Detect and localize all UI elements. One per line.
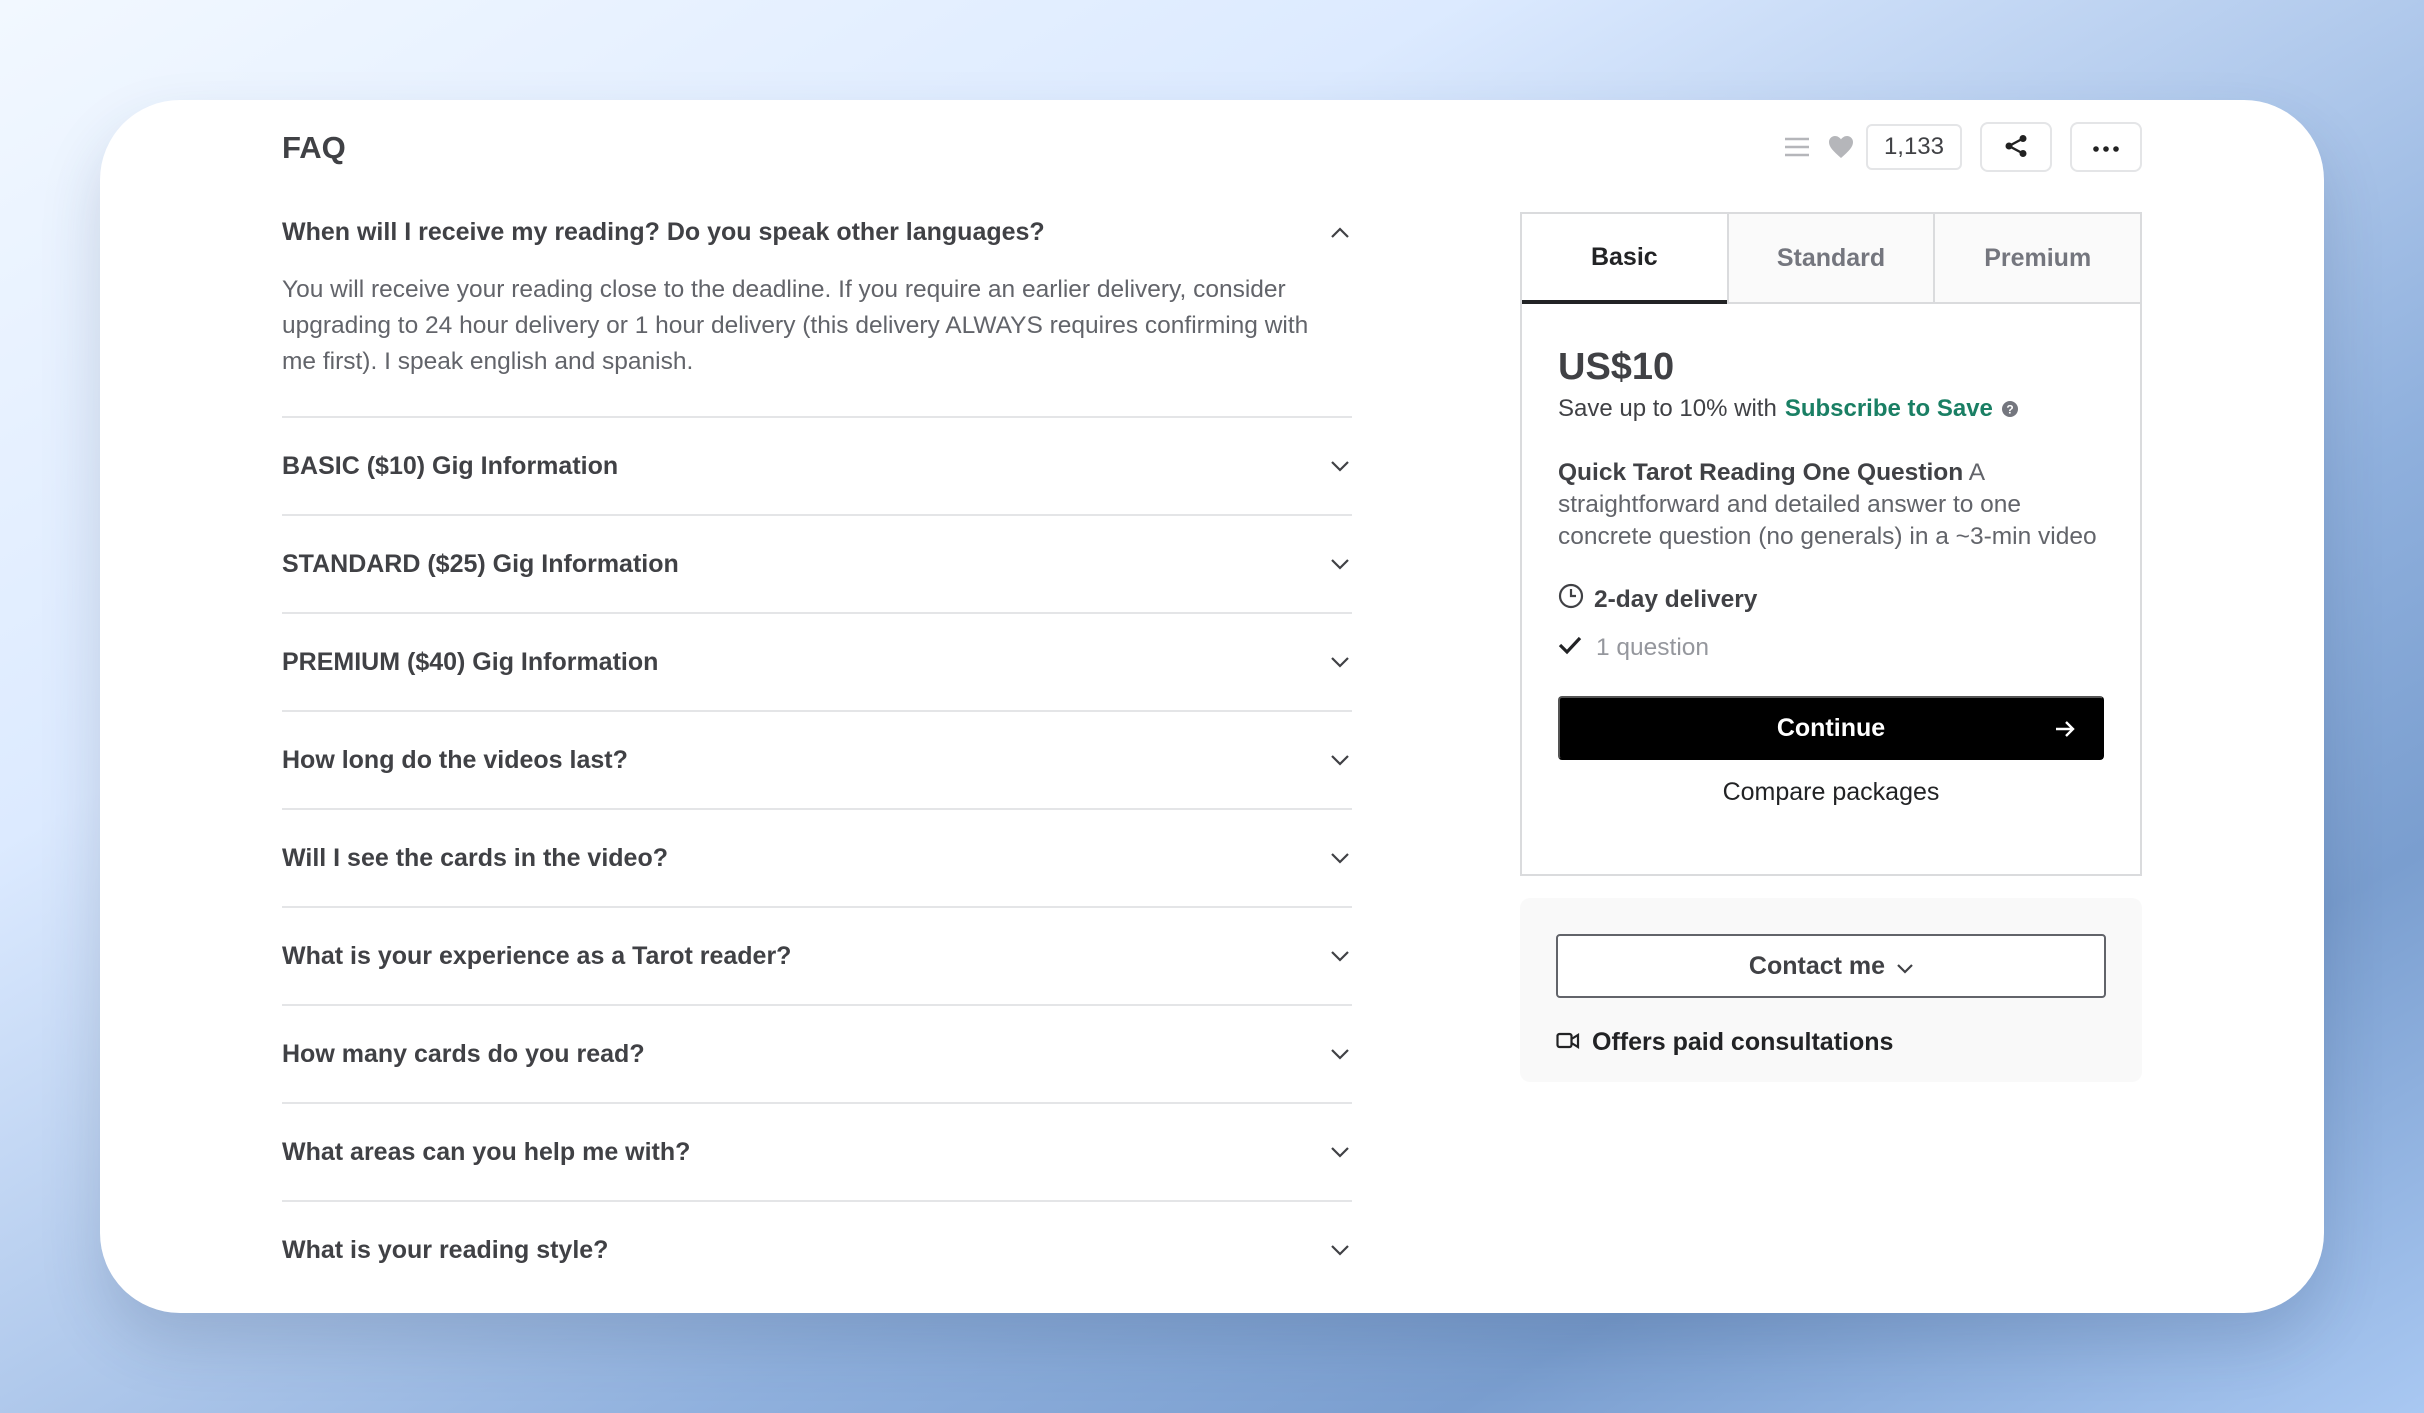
faq-question-toggle[interactable]: What is your experience as a Tarot reade… [282, 908, 1352, 1004]
chevron-down-icon [1328, 944, 1352, 968]
faq-title: FAQ [282, 130, 346, 165]
chevron-down-icon [1328, 650, 1352, 674]
package-title: Quick Tarot Reading One Question [1558, 459, 1964, 486]
faq-question-toggle[interactable]: How long do the videos last? [282, 712, 1352, 808]
delivery-text: 2-day delivery [1594, 585, 1758, 613]
tab-standard[interactable]: Standard [1726, 214, 1934, 304]
package-price: US$10 [1558, 346, 1675, 388]
chevron-down-icon [1328, 552, 1352, 576]
help-icon[interactable]: ? [2001, 400, 2019, 418]
continue-label: Continue [1776, 713, 1886, 742]
feature-text: 1 question [1596, 634, 1710, 661]
share-icon [2004, 134, 2028, 161]
continue-button[interactable]: Continue [1558, 696, 2104, 760]
like-count-badge: 1,133 [1865, 124, 1962, 170]
faq-question: How many cards do you read? [282, 1039, 645, 1068]
package-tabs: Basic Standard Premium [1522, 214, 2141, 304]
paid-consultations-info: Offers paid consultations [1556, 1028, 2106, 1057]
faq-answer: You will receive your reading close to t… [282, 276, 1309, 375]
faq-question-toggle[interactable]: When will I receive my reading? Do you s… [282, 192, 1352, 272]
package-feature: 1 question [1558, 634, 2104, 662]
chevron-down-icon [1897, 952, 1913, 981]
delivery-info: 2-day delivery [1558, 583, 2104, 616]
chevron-down-icon [1328, 748, 1352, 772]
heart-icon[interactable] [1828, 135, 1854, 159]
chevron-down-icon [1328, 1140, 1352, 1164]
faq-item: How many cards do you read? [282, 1006, 1352, 1104]
faq-question: When will I receive my reading? Do you s… [282, 217, 1045, 246]
arrow-right-icon [2054, 718, 2076, 740]
gig-actions-bar: 1,133 [1784, 122, 2142, 172]
faq-item: STANDARD ($25) Gig Information [282, 516, 1352, 614]
package-content: US$10 Save up to 10% with Subscribe to S… [1522, 304, 2140, 807]
faq-item: What is your reading style? [282, 1202, 1352, 1298]
faq-item: When will I receive my reading? Do you s… [282, 192, 1352, 418]
check-icon [1558, 634, 1582, 662]
list-icon[interactable] [1784, 136, 1810, 158]
clock-icon [1558, 583, 1584, 616]
faq-question: Will I see the cards in the video? [282, 843, 668, 872]
faq-item: What areas can you help me with? [282, 1104, 1352, 1202]
consultations-text: Offers paid consultations [1592, 1028, 1894, 1056]
tab-basic[interactable]: Basic [1522, 214, 1727, 304]
tab-premium[interactable]: Premium [1933, 214, 2141, 304]
faq-question-toggle[interactable]: BASIC ($10) Gig Information [282, 418, 1352, 514]
video-camera-icon [1556, 1028, 1580, 1057]
faq-item: What is your experience as a Tarot reade… [282, 908, 1352, 1006]
chevron-down-icon [1328, 1042, 1352, 1066]
chevron-up-icon [1328, 220, 1352, 244]
faq-question-toggle[interactable]: STANDARD ($25) Gig Information [282, 516, 1352, 612]
chevron-down-icon [1328, 1238, 1352, 1262]
gig-page-card: FAQ When will I receive my reading? Do y… [100, 100, 2324, 1313]
package-box: Basic Standard Premium US$10 Save up to … [1520, 212, 2142, 876]
contact-box: Contact me Offers paid consultations [1520, 898, 2142, 1082]
faq-question: What is your reading style? [282, 1235, 609, 1264]
contact-me-label: Contact me [1748, 951, 1886, 980]
contact-me-button[interactable]: Contact me [1556, 934, 2106, 998]
more-options-button[interactable] [2070, 122, 2142, 172]
compare-packages-link[interactable]: Compare packages [1558, 778, 2104, 807]
faq-question: STANDARD ($25) Gig Information [282, 549, 679, 578]
faq-question-toggle[interactable]: What is your reading style? [282, 1202, 1352, 1298]
faq-question-toggle[interactable]: What areas can you help me with? [282, 1104, 1352, 1200]
more-icon [2093, 140, 2119, 155]
chevron-down-icon [1328, 454, 1352, 478]
chevron-down-icon [1328, 846, 1352, 870]
faq-question-toggle[interactable]: How many cards do you read? [282, 1006, 1352, 1102]
faq-item: BASIC ($10) Gig Information [282, 418, 1352, 516]
subscribe-to-save-link[interactable]: Subscribe to Save [1785, 395, 1993, 423]
faq-list: When will I receive my reading? Do you s… [282, 192, 1352, 1298]
faq-question: How long do the videos last? [282, 745, 628, 774]
subscribe-save-line: Save up to 10% with Subscribe to Save ? [1558, 395, 2104, 423]
share-button[interactable] [1980, 122, 2052, 172]
faq-item: How long do the videos last? [282, 712, 1352, 810]
faq-question-toggle[interactable]: PREMIUM ($40) Gig Information [282, 614, 1352, 710]
package-description: Quick Tarot Reading One Question A strai… [1558, 457, 2104, 553]
faq-item: Will I see the cards in the video? [282, 810, 1352, 908]
save-text: Save up to 10% with [1558, 395, 1777, 422]
faq-question: BASIC ($10) Gig Information [282, 451, 619, 480]
faq-item: PREMIUM ($40) Gig Information [282, 614, 1352, 712]
faq-question: What areas can you help me with? [282, 1137, 691, 1166]
svg-text:?: ? [2006, 403, 2013, 417]
faq-question-toggle[interactable]: Will I see the cards in the video? [282, 810, 1352, 906]
faq-question: PREMIUM ($40) Gig Information [282, 647, 659, 676]
faq-question: What is your experience as a Tarot reade… [282, 941, 792, 970]
